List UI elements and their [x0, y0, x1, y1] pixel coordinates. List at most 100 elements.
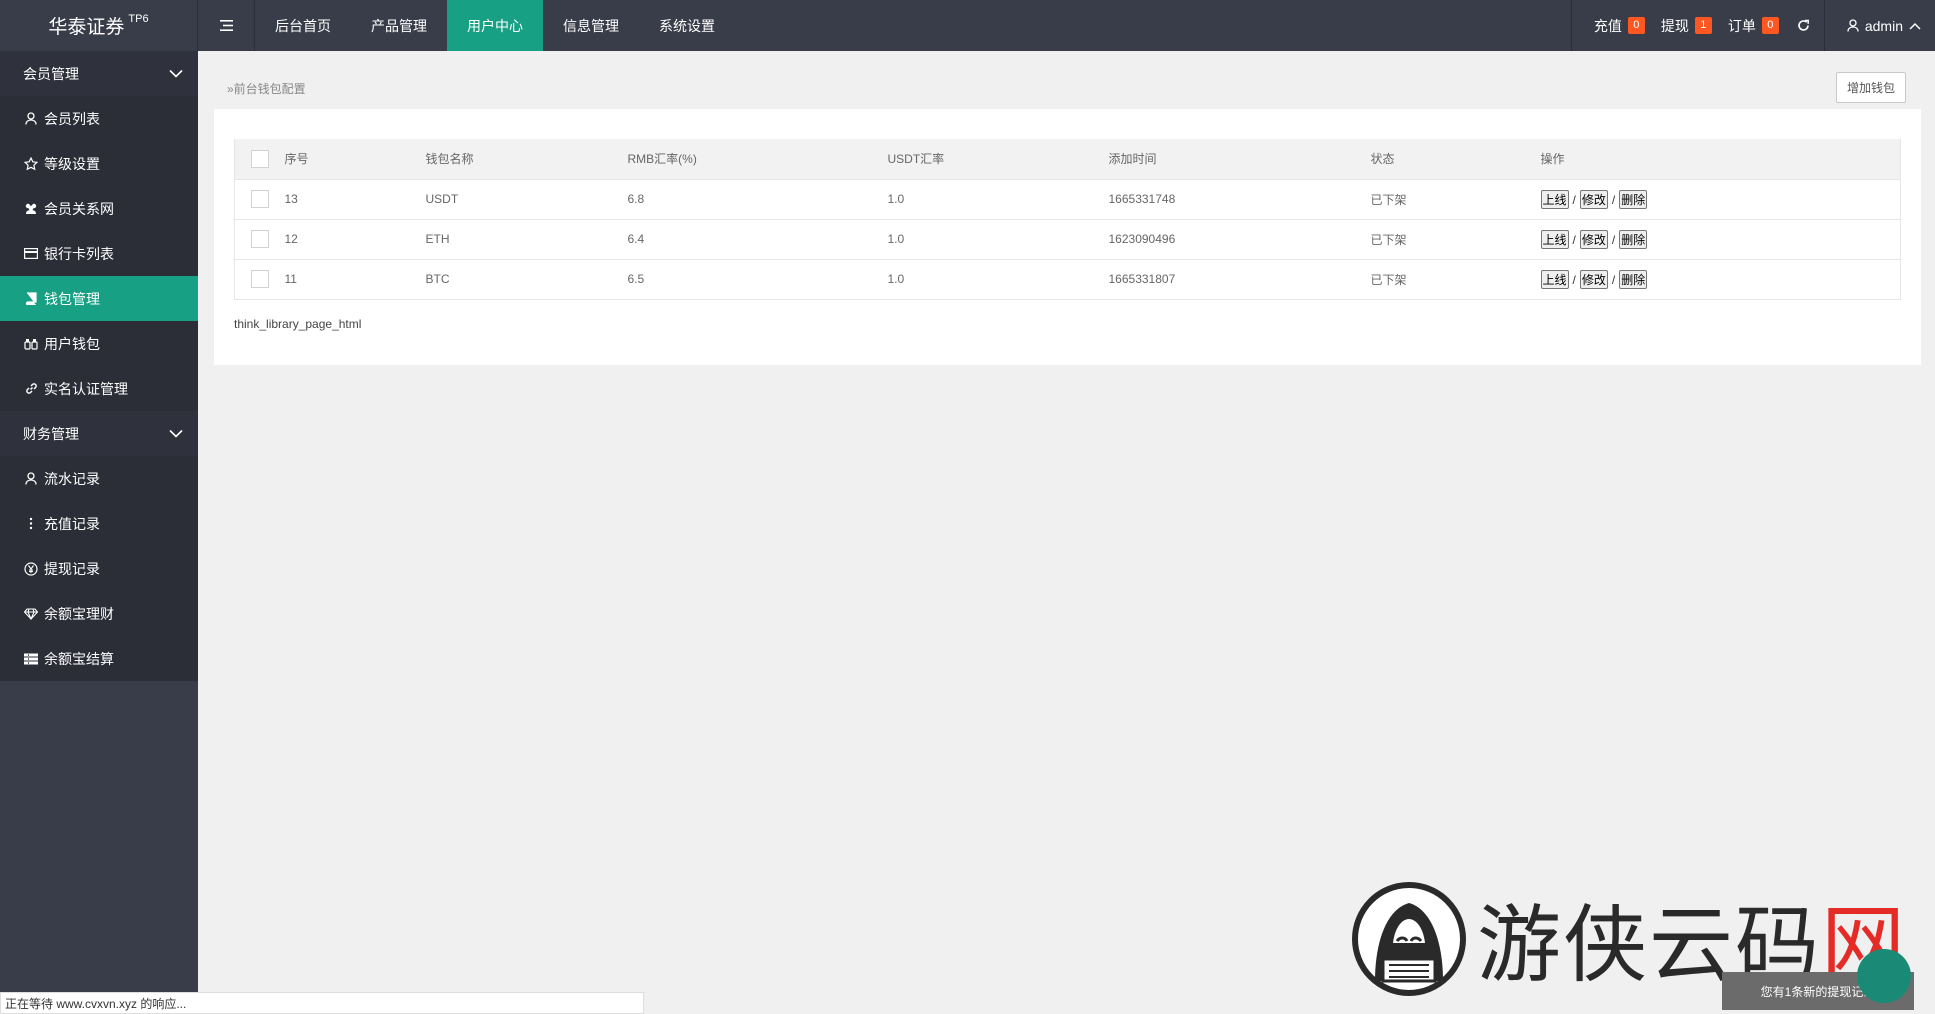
sidebar-item-label: 流水记录 — [44, 470, 100, 487]
user-icon — [24, 472, 38, 486]
column-header: 添加时间 — [1108, 139, 1371, 180]
sidebar-item-label: 会员列表 — [44, 110, 100, 127]
cell-id: 13 — [284, 179, 426, 220]
wallet-table: 序号 钱包名称 RMB汇率(%) USDT汇率 添加时间 状态 操作 13 US… — [234, 139, 1901, 300]
online-button[interactable]: 上线 — [1540, 269, 1569, 289]
cell-actions: 上线 / 修改 / 删除 — [1540, 219, 1901, 260]
sidebar-item-member-list[interactable]: 会员列表 — [0, 96, 198, 141]
recharge-label: 充值 — [1593, 17, 1622, 34]
edit-button[interactable]: 修改 — [1579, 189, 1608, 209]
cell-name: BTC — [425, 259, 628, 300]
online-button[interactable]: 上线 — [1540, 229, 1569, 249]
row-checkbox[interactable] — [251, 230, 269, 248]
chevron-down-icon — [169, 69, 183, 78]
refresh-button[interactable] — [1797, 19, 1810, 32]
book-icon — [24, 292, 38, 306]
online-button[interactable]: 上线 — [1540, 189, 1569, 209]
sidebar-item-label: 充值记录 — [44, 515, 100, 532]
logo-text: 华泰证券 — [48, 16, 125, 38]
chevron-up-icon — [1909, 22, 1921, 30]
cell-id: 11 — [284, 259, 426, 300]
table-row: 11 BTC 6.5 1.0 1665331807 已下架 上线 / 修改 / 删除 — [234, 259, 1901, 300]
pagination-placeholder: think_library_page_html — [234, 317, 362, 331]
table-row: 12 ETH 6.4 1.0 1623090496 已下架 上线 / 修改 / 删除 — [234, 219, 1901, 260]
sidebar-item-realname-auth[interactable]: 实名认证管理 — [0, 366, 198, 411]
link-icon — [24, 382, 38, 396]
binoculars-icon — [24, 337, 38, 351]
table-row: 13 USDT 6.8 1.0 1665331748 已下架 上线 / 修改 / 删除 — [234, 179, 1901, 220]
app-logo[interactable]: 华泰证券 TP6 — [0, 0, 198, 51]
sidebar-group-finance[interactable]: 财务管理 — [0, 411, 198, 456]
withdraw-label: 提现 — [1660, 17, 1689, 34]
checkbox-cell — [234, 219, 285, 260]
user-name: admin — [1864, 17, 1903, 34]
nav-dashboard[interactable]: 后台首页 — [255, 0, 351, 51]
more-vertical-icon — [24, 517, 38, 531]
sidebar-group-members[interactable]: 会员管理 — [0, 51, 198, 96]
recharge-badge: 0 — [1627, 17, 1645, 34]
cell-name: USDT — [425, 179, 628, 220]
edit-button[interactable]: 修改 — [1579, 269, 1608, 289]
sidebar-item-label: 银行卡列表 — [44, 245, 114, 262]
breadcrumb: »前台钱包配置 — [227, 82, 306, 96]
delete-button[interactable]: 删除 — [1619, 189, 1648, 209]
header-checkbox-cell — [234, 139, 285, 180]
nav-user-center[interactable]: 用户中心 — [447, 0, 543, 51]
sidebar-item-yuebao-finance[interactable]: 余额宝理财 — [0, 591, 198, 636]
users-icon — [24, 202, 38, 216]
menu-toggle-button[interactable] — [198, 0, 255, 51]
sidebar-item-member-network[interactable]: 会员关系网 — [0, 186, 198, 231]
add-wallet-button[interactable]: 增加钱包 — [1836, 72, 1906, 103]
column-header: 序号 — [284, 139, 426, 180]
withdraw-link[interactable]: 提现 1 — [1661, 16, 1712, 36]
cell-usdt-rate: 1.0 — [887, 259, 1109, 300]
separator: / — [1611, 192, 1616, 207]
separator: / — [1572, 272, 1576, 287]
browser-status-bar: 正在等待 www.cvxvn.xyz 的响应... — [0, 992, 644, 1014]
sidebar-item-recharge-records[interactable]: 充值记录 — [0, 501, 198, 546]
row-checkbox[interactable] — [251, 190, 269, 208]
yen-circle-icon — [24, 561, 38, 576]
order-link[interactable]: 订单 0 — [1728, 16, 1779, 36]
recharge-link[interactable]: 充值 0 — [1594, 16, 1645, 36]
sidebar-item-label: 会员关系网 — [44, 200, 114, 217]
list-icon — [24, 652, 38, 666]
user-menu[interactable]: admin — [1823, 0, 1935, 51]
cell-added-time: 1665331748 — [1108, 179, 1371, 220]
cell-status: 已下架 — [1370, 219, 1541, 260]
cell-added-time: 1623090496 — [1108, 219, 1371, 260]
withdraw-badge: 1 — [1694, 17, 1712, 34]
delete-button[interactable]: 删除 — [1619, 229, 1648, 249]
column-header: 钱包名称 — [425, 139, 628, 180]
sidebar-item-withdraw-records[interactable]: 提现记录 — [0, 546, 198, 591]
sidebar-item-yuebao-settlement[interactable]: 余额宝结算 — [0, 636, 198, 681]
delete-button[interactable]: 删除 — [1619, 269, 1648, 289]
separator: / — [1572, 232, 1576, 247]
sidebar-item-label: 用户钱包 — [44, 335, 100, 352]
cell-status: 已下架 — [1370, 259, 1541, 300]
cell-rmb-rate: 6.4 — [627, 219, 888, 260]
notify-group: 充值 0 提现 1 订单 0 — [1570, 0, 1824, 51]
star-icon — [24, 156, 38, 171]
floating-action-button[interactable] — [1857, 949, 1911, 1003]
row-checkbox[interactable] — [251, 270, 269, 288]
refresh-icon — [1798, 19, 1809, 31]
sidebar-item-label: 余额宝结算 — [44, 650, 114, 667]
nav-info[interactable]: 信息管理 — [543, 0, 639, 51]
select-all-checkbox[interactable] — [251, 149, 269, 168]
sidebar-group-label: 会员管理 — [23, 65, 79, 82]
column-header: RMB汇率(%) — [627, 139, 888, 180]
column-header: USDT汇率 — [887, 139, 1109, 180]
nav-settings[interactable]: 系统设置 — [639, 0, 735, 51]
sidebar-item-level-settings[interactable]: 等级设置 — [0, 141, 198, 186]
sidebar-item-label: 等级设置 — [44, 155, 100, 172]
sidebar-item-bank-cards[interactable]: 银行卡列表 — [0, 231, 198, 276]
sidebar-item-transactions[interactable]: 流水记录 — [0, 456, 198, 501]
nav-products[interactable]: 产品管理 — [351, 0, 447, 51]
sidebar-group-label: 财务管理 — [23, 425, 79, 442]
separator: / — [1611, 232, 1616, 247]
sidebar-item-wallet-management[interactable]: 钱包管理 — [0, 276, 198, 321]
sidebar-item-user-wallets[interactable]: 用户钱包 — [0, 321, 198, 366]
sidebar-item-label: 实名认证管理 — [44, 380, 128, 397]
edit-button[interactable]: 修改 — [1579, 229, 1608, 249]
